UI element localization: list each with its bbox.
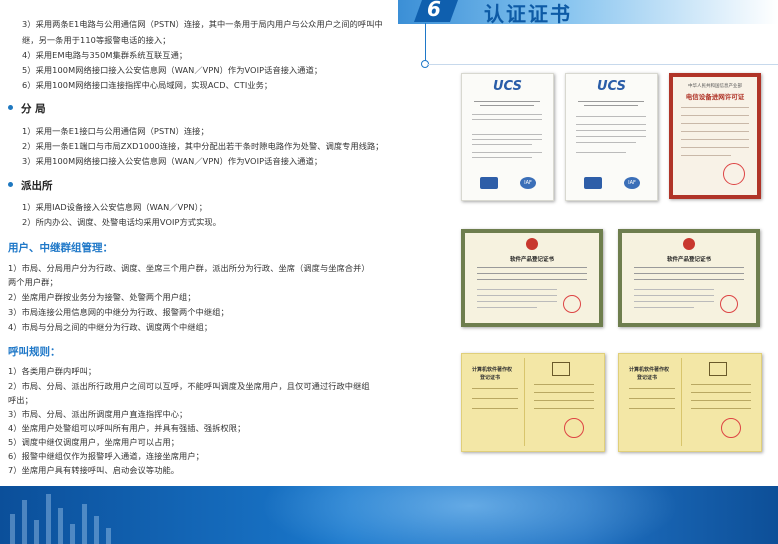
- list-item: 3）市局、分局、派出所调度用户直连指挥中心；: [8, 409, 188, 419]
- software-title: 软件产品登记证书: [666, 257, 711, 263]
- list-item: 3）采用两条E1电路与公用通信网（PSTN）连接，其中一条用于局内用户与公众用户…: [22, 19, 383, 29]
- ucs-certificate: UCS IAF: [565, 73, 658, 201]
- list-item: 呼出；: [8, 395, 33, 405]
- list-item: 6）报警中继组仅作为报警呼入通道，连接坐席用户；: [8, 451, 204, 461]
- bullet-icon: [8, 105, 13, 110]
- section-number: 6: [427, 0, 441, 21]
- list-item: 6）采用100M网络接口连接指挥中心局域网，实现ACD、CTI业务；: [22, 80, 273, 90]
- section-header: 6 认证证书: [398, 0, 778, 26]
- iaf-logo: IAF: [624, 177, 640, 189]
- list-item: 2）市局、分局、派出所行政用户之间可以互呼，不能呼叫调度及坐席用户，且仅可通过行…: [8, 381, 370, 391]
- red-seal-icon: [564, 418, 584, 438]
- list-item: 2）坐席用户群按业务分为接警、处警两个用户组；: [8, 292, 196, 302]
- emblem-icon: [552, 362, 570, 376]
- list-item: 1）市局、分局用户分为行政、调度、坐席三个用户群，派出所分为行政、坐席（调度与坐…: [8, 263, 370, 273]
- seal-icon: [480, 177, 498, 189]
- national-emblem-icon: [526, 238, 538, 250]
- red-seal-icon: [720, 295, 738, 313]
- section-title: 认证证书: [484, 2, 572, 26]
- list-item: 1）各类用户群内呼叫；: [8, 366, 97, 376]
- national-emblem-icon: [683, 238, 695, 250]
- seal-icon: [584, 177, 602, 189]
- software-title: 软件产品登记证书: [509, 257, 554, 263]
- list-item: 1）采用IAD设备接入公安信息网（WAN／VPN）；: [22, 202, 208, 212]
- list-item: 两个用户群；: [8, 277, 58, 287]
- list-item: 3）采用100M网络接口接入公安信息网（WAN／VPN）作为VOIP话音接入通道…: [22, 156, 323, 166]
- list-item: 4）坐席用户处警组可以呼叫所有用户，并具有强插、强拆权限；: [8, 423, 246, 433]
- iaf-logo: IAF: [520, 177, 536, 189]
- software-copyright-certificate: 计算机软件著作权 登记证书: [618, 353, 762, 452]
- heading-call-rules: 呼叫规则：: [8, 346, 61, 358]
- section-header-graphic: [398, 0, 778, 24]
- list-item: 2）采用一条E1端口与市局ZXD1000连接，其中分配出若干条时隙电路作为处警、…: [22, 141, 384, 151]
- list-item: 5）采用100M网络接口接入公安信息网（WAN／VPN）作为VOIP话音接入通道…: [22, 65, 323, 75]
- header-rule: [425, 23, 426, 63]
- list-item: 4）采用EM电路与350M集群系统互联互通；: [22, 50, 188, 60]
- list-item: 2）所内办公、调度、处警电话均采用VOIP方式实现。: [22, 217, 222, 227]
- software-copyright-certificate: 计算机软件著作权 登记证书: [461, 353, 605, 452]
- software-product-certificate: 软件产品登记证书: [461, 229, 603, 327]
- heading-user-trunk: 用户、中继群组管理：: [8, 242, 113, 254]
- red-seal-icon: [723, 163, 745, 185]
- ucs-logo: UCS: [493, 79, 522, 94]
- software-product-certificate: 软件产品登记证书: [618, 229, 760, 327]
- section-heading-paichusuo: 派出所: [8, 178, 53, 193]
- list-item: 1）采用一条E1接口与公用通信网（PSTN）连接；: [22, 126, 209, 136]
- ucs-certificate: UCS IAF: [461, 73, 554, 201]
- red-seal-icon: [563, 295, 581, 313]
- footer-band: [0, 486, 778, 544]
- list-item: 7）坐席用户具有转接呼叫、启动会议等功能。: [8, 465, 180, 475]
- bullet-icon: [8, 182, 13, 187]
- ucs-logo: UCS: [597, 79, 626, 94]
- list-item: 3）市局连接公用信息网的中继分为行政、报警两个中继组；: [8, 307, 229, 317]
- network-license-certificate: 中华人民共和国信息产业部 电信设备进网许可证: [669, 73, 761, 199]
- emblem-icon: [709, 362, 727, 376]
- list-item: 继，另一条用于110等报警电话的接入；: [22, 35, 171, 45]
- header-divider: [427, 64, 778, 65]
- footer-decoration: [0, 486, 170, 544]
- license-title: 电信设备进网许可证: [685, 93, 745, 101]
- red-seal-icon: [721, 418, 741, 438]
- section-heading-fenju: 分 局: [8, 101, 46, 116]
- list-item: 4）市局与分局之间的中继分为行政、调度两个中继组；: [8, 322, 213, 332]
- list-item: 5）调度中继仅调度用户，坐席用户可以占用；: [8, 437, 180, 447]
